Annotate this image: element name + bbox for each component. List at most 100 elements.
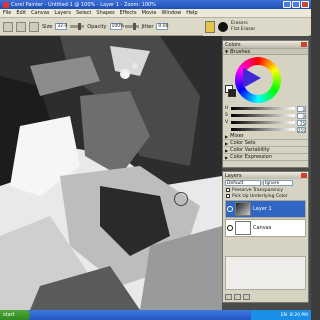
color-picker [223, 55, 308, 105]
language-indicator[interactable]: EN [281, 313, 287, 318]
color-variability-section-header[interactable]: ▶ Color Variability [223, 147, 308, 154]
pick-up-underlying-checkbox[interactable] [226, 194, 230, 198]
brush-category-icon[interactable] [205, 21, 215, 33]
menu-window[interactable]: Window [161, 10, 181, 16]
slider-track[interactable] [231, 114, 295, 117]
color-variability-section-title: Color Variability [230, 147, 270, 153]
menu-canvas[interactable]: Canvas [31, 10, 49, 16]
brush-variant-label: Flat Eraser [231, 27, 256, 32]
layer-row[interactable]: Canvas [225, 219, 306, 237]
additional-color-swatch[interactable] [228, 89, 236, 97]
menu-select[interactable]: Select [76, 10, 91, 16]
pick-up-underlying-row[interactable]: Pick Up Underlying Color [223, 193, 308, 199]
saturation-value-triangle[interactable] [243, 68, 261, 88]
slider-track[interactable] [231, 107, 295, 110]
menu-layers[interactable]: Layers [54, 10, 71, 16]
layer-options: Default Ignore [223, 179, 308, 187]
close-icon[interactable] [301, 42, 307, 47]
layer-row[interactable]: Layer 1 [225, 200, 306, 218]
clock: 8:20 PM [289, 312, 308, 318]
slider-value[interactable]: 0 [297, 105, 306, 112]
slider-label: V [225, 120, 229, 125]
color-slider-s[interactable]: S 0 [223, 112, 308, 119]
delete-layer-button[interactable] [243, 294, 250, 300]
color-slider-v[interactable]: V 75 [223, 119, 308, 126]
size-label: Size [42, 23, 53, 30]
slider-value[interactable]: 255 [297, 126, 306, 133]
colors-palette: Colors ▼ Brushes H 0 S 0 V 75 255 ▶ Mixe… [222, 40, 309, 168]
brush-selector[interactable]: Erasers Flat Eraser [203, 18, 309, 36]
reset-tool-icon[interactable] [3, 21, 13, 32]
document-canvas[interactable] [0, 36, 222, 310]
new-layer-button[interactable] [225, 294, 232, 300]
slider-label: H [225, 106, 229, 111]
collapse-triangle-icon[interactable]: ▶ [225, 155, 228, 160]
title-bar: Corel Painter - Untitled-1 @ 100% - Laye… [0, 0, 311, 9]
slider-value[interactable]: 75 [297, 119, 306, 126]
slider-track[interactable] [231, 128, 295, 131]
layer-name: Canvas [253, 225, 272, 231]
layer-buttons [225, 294, 250, 300]
color-expression-section-header[interactable]: ▶ Color Expression [223, 154, 308, 161]
brush-tool-icon[interactable] [16, 21, 26, 32]
start-button[interactable]: start [0, 310, 30, 320]
minimize-button[interactable] [283, 1, 291, 8]
system-tray: EN 8:20 PM [251, 310, 311, 320]
colors-palette-header[interactable]: Colors [223, 41, 308, 48]
expand-triangle-icon[interactable]: ▼ [225, 49, 228, 54]
taskbar: start EN 8:20 PM [0, 310, 311, 320]
layers-palette-title: Layers [225, 172, 242, 179]
collapse-triangle-icon[interactable]: ▶ [225, 148, 228, 153]
layer-mask-button[interactable] [234, 294, 241, 300]
slider-label: S [225, 113, 228, 118]
size-slider[interactable] [70, 23, 85, 30]
menu-movie[interactable]: Movie [142, 10, 157, 16]
mixer-section-title: Mixer [230, 133, 244, 139]
preserve-transparency-checkbox[interactable] [226, 188, 230, 192]
menu-bar: File Edit Canvas Layers Select Shapes Ef… [0, 9, 311, 18]
brush-variant-icon[interactable] [218, 22, 228, 32]
slider-track[interactable] [231, 121, 295, 124]
size-slider-thumb[interactable] [78, 23, 82, 30]
menu-shapes[interactable]: Shapes [96, 10, 114, 16]
color-expression-section-title: Color Expression [230, 154, 272, 160]
collapse-triangle-icon[interactable]: ▶ [225, 141, 228, 146]
menu-edit[interactable]: Edit [16, 10, 26, 16]
colors-palette-title: Colors [225, 41, 241, 48]
brushes-section-header[interactable]: ▼ Brushes [223, 48, 308, 55]
layers-palette-header[interactable]: Layers [223, 172, 308, 179]
jitter-field[interactable]: 0.00 [156, 23, 168, 30]
color-slider-extra[interactable]: 255 [223, 126, 308, 133]
eye-icon[interactable] [227, 206, 233, 212]
menu-file[interactable]: File [3, 10, 11, 16]
layers-palette: Layers Default Ignore Preserve Transpare… [222, 171, 309, 303]
close-icon[interactable] [301, 173, 307, 178]
composite-method-select[interactable]: Default [225, 180, 261, 186]
menu-help[interactable]: Help [186, 10, 197, 16]
composite-depth-select[interactable]: Ignore [263, 180, 293, 186]
maximize-button[interactable] [292, 1, 300, 8]
dab-type-icon[interactable] [29, 21, 39, 32]
eye-icon[interactable] [227, 225, 233, 231]
collapse-triangle-icon[interactable]: ▶ [225, 134, 228, 139]
opacity-slider-thumb[interactable] [132, 23, 136, 30]
brush-names: Erasers Flat Eraser [231, 21, 255, 33]
mixer-section-header[interactable]: ▶ Mixer [223, 133, 308, 140]
layer-thumbnail [235, 221, 251, 235]
color-slider-h[interactable]: H 0 [223, 105, 308, 112]
opacity-slider[interactable] [124, 23, 139, 30]
window-title: Corel Painter - Untitled-1 @ 100% - Laye… [11, 1, 156, 8]
brush-cursor [174, 192, 188, 206]
opacity-field[interactable]: 100% [109, 23, 124, 30]
slider-value[interactable]: 0 [297, 112, 306, 119]
painting-artwork [0, 36, 222, 310]
layer-thumbnail [235, 202, 251, 216]
close-button[interactable] [301, 1, 309, 8]
brushes-section-title: Brushes [230, 48, 251, 55]
menu-effects[interactable]: Effects [120, 10, 137, 16]
color-sets-section-header[interactable]: ▶ Color Sets [223, 140, 308, 147]
size-field[interactable]: 32.9 [55, 23, 67, 30]
layers-list-empty-area [225, 256, 306, 290]
preserve-transparency-label: Preserve Transparency [232, 187, 283, 193]
opacity-label: Opacity [87, 23, 107, 30]
